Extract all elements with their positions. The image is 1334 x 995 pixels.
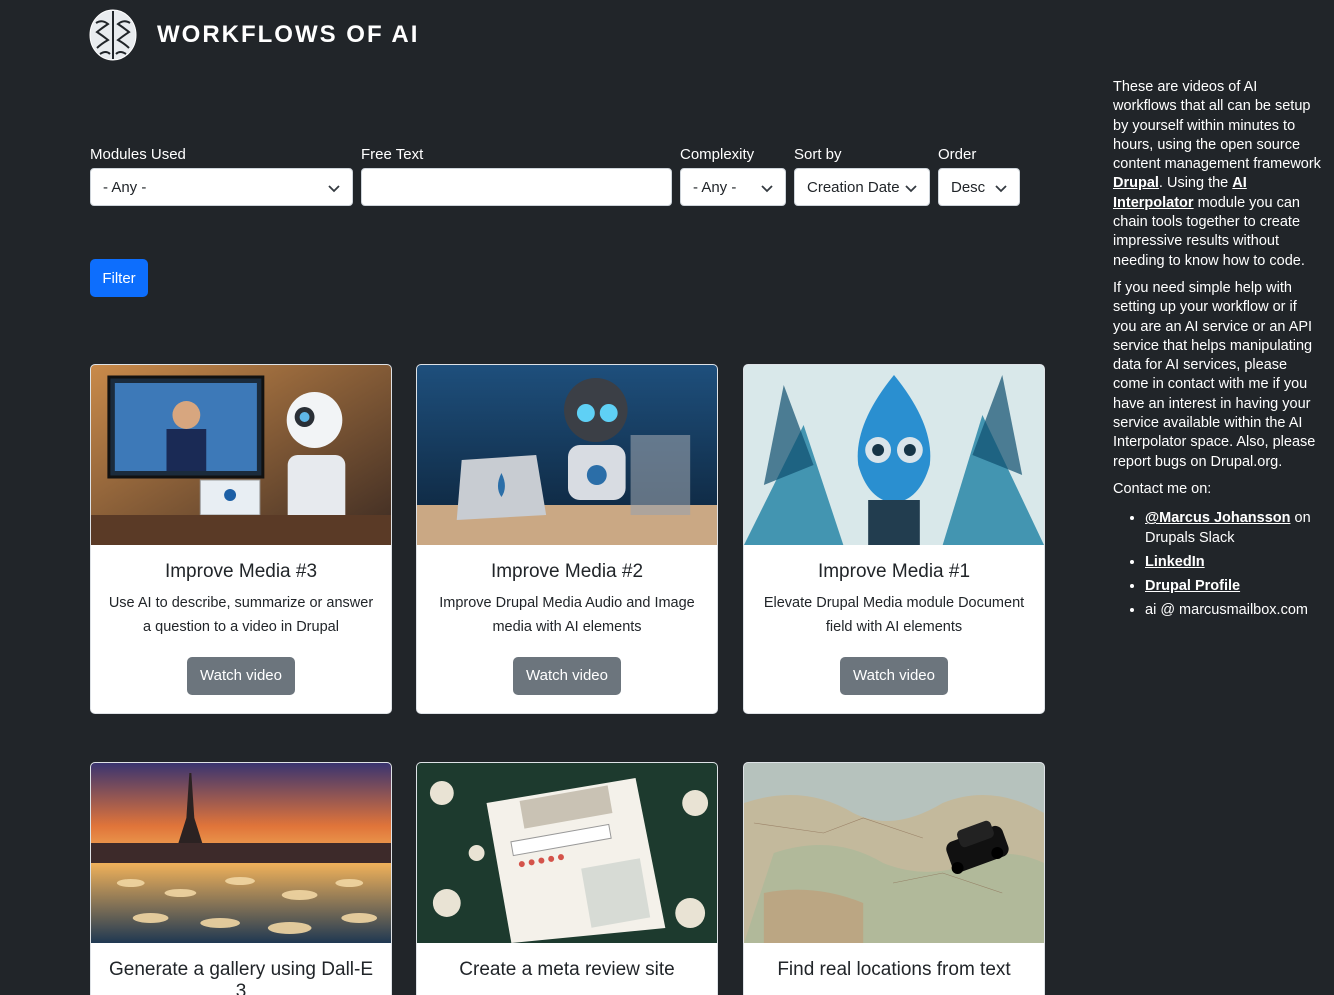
workflow-card: Generate a gallery using Dall-E 3 xyxy=(90,762,392,995)
modules-filter: Modules Used - Any - xyxy=(90,146,353,206)
card-image[interactable] xyxy=(417,365,717,545)
chevron-down-icon xyxy=(761,185,773,193)
workflow-card: Create a meta review site xyxy=(416,762,718,995)
chevron-down-icon xyxy=(328,185,340,193)
contact-item-linkedin: LinkedIn xyxy=(1145,552,1323,572)
order-label: Order xyxy=(938,146,977,163)
card-title: Generate a gallery using Dall-E 3 xyxy=(108,959,374,995)
contact-list: @Marcus Johansson on Drupals Slack Linke… xyxy=(1145,508,1323,620)
sort-filter: Sort by Creation Date xyxy=(794,146,930,206)
order-select-value: Desc xyxy=(951,178,986,196)
intro-text-1: These are videos of AI workflows that al… xyxy=(1113,79,1321,173)
drupal-profile-link[interactable]: Drupal Profile xyxy=(1145,578,1240,594)
free-text-input[interactable] xyxy=(361,168,672,206)
order-filter: Order Desc xyxy=(938,146,1020,206)
sort-select-value: Creation Date xyxy=(807,178,900,196)
card-image[interactable] xyxy=(744,763,1044,943)
watch-video-button[interactable]: Watch video xyxy=(513,657,621,695)
brain-icon xyxy=(89,9,137,61)
chevron-down-icon xyxy=(995,185,1007,193)
free-text-label: Free Text xyxy=(361,146,424,163)
free-text-filter: Free Text xyxy=(361,146,672,206)
watch-video-button[interactable]: Watch video xyxy=(840,657,948,695)
site-title: WORKFLOWS OF AI xyxy=(157,21,420,48)
card-image[interactable] xyxy=(744,365,1044,545)
contact-item-email: ai @ marcusmailbox.com xyxy=(1145,600,1323,620)
card-title: Find real locations from text xyxy=(777,959,1011,980)
card-title: Create a meta review site xyxy=(459,959,675,980)
order-select[interactable]: Desc xyxy=(938,168,1020,206)
linkedin-link[interactable]: LinkedIn xyxy=(1145,554,1205,570)
sidebar-about: These are videos of AI workflows that al… xyxy=(1113,78,1323,624)
modules-select-value: - Any - xyxy=(103,178,147,196)
card-image[interactable] xyxy=(91,763,391,943)
modules-select[interactable]: - Any - xyxy=(90,168,353,206)
watch-video-button[interactable]: Watch video xyxy=(187,657,295,695)
card-description: Elevate Drupal Media module Document fie… xyxy=(763,595,1025,635)
contact-item-slack: @Marcus Johansson on Drupals Slack xyxy=(1145,508,1323,548)
email-text: ai @ marcusmailbox.com xyxy=(1145,602,1308,619)
filter-button[interactable]: Filter xyxy=(90,259,148,297)
contact-label: Contact me on: xyxy=(1113,480,1212,497)
drupal-link[interactable]: Drupal xyxy=(1113,175,1159,191)
workflow-card: Improve Media #2 Improve Drupal Media Au… xyxy=(416,364,718,714)
sort-label: Sort by xyxy=(794,146,842,163)
sidebar-help-text: If you need simple help with setting up … xyxy=(1113,279,1316,470)
chevron-down-icon xyxy=(905,185,917,193)
modules-label: Modules Used xyxy=(90,146,186,163)
complexity-select-value: - Any - xyxy=(693,178,737,196)
card-image[interactable] xyxy=(417,763,717,943)
workflow-card: Improve Media #1 Elevate Drupal Media mo… xyxy=(743,364,1045,714)
card-image[interactable] xyxy=(91,365,391,545)
card-title: Improve Media #1 xyxy=(817,561,971,582)
contact-item-drupal-profile: Drupal Profile xyxy=(1145,576,1323,596)
slack-link[interactable]: @Marcus Johansson xyxy=(1145,510,1290,526)
intro-text-2: . Using the xyxy=(1158,175,1229,192)
card-title: Improve Media #2 xyxy=(490,561,644,582)
card-description: Use AI to describe, summarize or answer … xyxy=(108,595,374,635)
card-title: Improve Media #3 xyxy=(164,561,318,582)
site-brand[interactable]: WORKFLOWS OF AI xyxy=(88,8,419,62)
complexity-select[interactable]: - Any - xyxy=(680,168,786,206)
workflow-card: Find real locations from text xyxy=(743,762,1045,995)
card-description: Improve Drupal Media Audio and Image med… xyxy=(439,595,695,635)
sidebar-intro: These are videos of AI workflows that al… xyxy=(1113,78,1323,271)
sort-select[interactable]: Creation Date xyxy=(794,168,930,206)
complexity-filter: Complexity - Any - xyxy=(680,146,786,206)
complexity-label: Complexity xyxy=(680,146,755,163)
workflow-card: Improve Media #3 Use AI to describe, sum… xyxy=(90,364,392,714)
